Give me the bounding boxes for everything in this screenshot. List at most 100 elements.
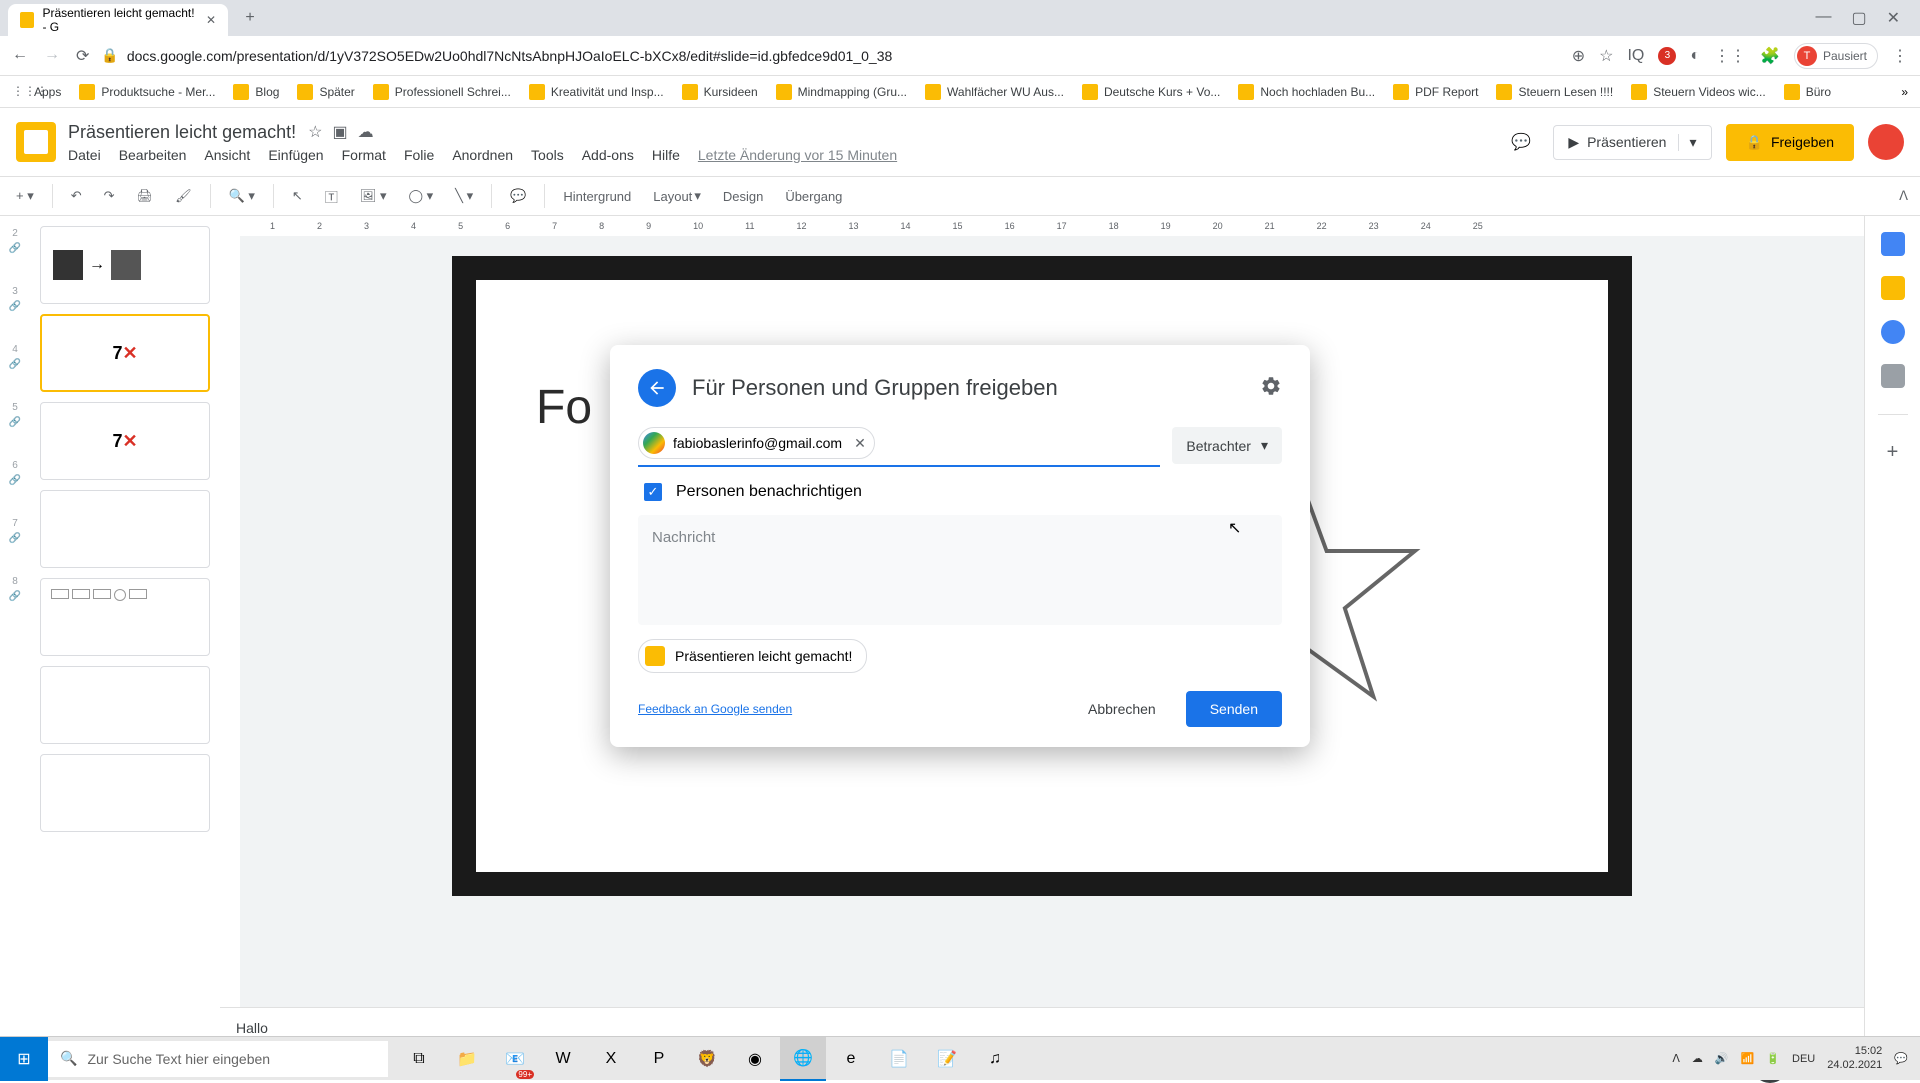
new-slide-button[interactable]: + ▾	[12, 184, 38, 208]
move-icon[interactable]: ▣	[332, 122, 347, 142]
zoom-icon[interactable]: ⊕	[1572, 46, 1585, 66]
bookmark-item[interactable]: Noch hochladen Bu...	[1238, 84, 1375, 100]
maximize-icon[interactable]: ▢	[1851, 8, 1866, 28]
battery-icon[interactable]: 🔋	[1766, 1052, 1780, 1065]
browser-tab[interactable]: Präsentieren leicht gemacht! - G ✕	[8, 4, 228, 36]
task-view-icon[interactable]: ⧉	[396, 1037, 442, 1081]
menu-format[interactable]: Format	[342, 147, 386, 163]
slide-thumbnail[interactable]	[40, 666, 210, 744]
comment-icon[interactable]: 💬	[506, 184, 530, 208]
powerpoint-icon[interactable]: P	[636, 1037, 682, 1081]
shape-icon[interactable]: ◯ ▾	[404, 184, 437, 208]
bookmark-item[interactable]: Kursideen	[682, 84, 758, 100]
bookmark-item[interactable]: PDF Report	[1393, 84, 1478, 100]
bookmark-apps[interactable]: ⋮⋮⋮Apps	[12, 84, 61, 100]
new-tab-button[interactable]: +	[236, 4, 264, 32]
menu-datei[interactable]: Datei	[68, 147, 101, 163]
bookmark-item[interactable]: Deutsche Kurs + Vo...	[1082, 84, 1220, 100]
background-button[interactable]: Hintergrund	[559, 185, 635, 208]
start-button[interactable]: ⊞	[0, 1037, 48, 1081]
minimize-icon[interactable]: —	[1815, 8, 1831, 28]
undo-icon[interactable]: ↶	[67, 184, 86, 208]
browser-menu-icon[interactable]: ⋮	[1892, 46, 1908, 66]
cancel-button[interactable]: Abbrechen	[1070, 691, 1174, 727]
bookmark-star-icon[interactable]: ☆	[1599, 46, 1613, 66]
bookmark-item[interactable]: Später	[297, 84, 354, 100]
bookmark-item[interactable]: Steuern Lesen !!!!	[1496, 84, 1613, 100]
notify-checkbox[interactable]: ✓	[644, 483, 662, 501]
share-button[interactable]: 🔒 Freigeben	[1726, 124, 1854, 161]
extension-icon[interactable]: IQ	[1627, 47, 1644, 65]
edge-icon[interactable]: e	[828, 1037, 874, 1081]
keep-icon[interactable]	[1881, 276, 1905, 300]
menu-tools[interactable]: Tools	[531, 147, 564, 163]
bookmark-item[interactable]: Steuern Videos wic...	[1631, 84, 1766, 100]
word-icon[interactable]: W	[540, 1037, 586, 1081]
document-title[interactable]: Präsentieren leicht gemacht!	[68, 122, 296, 143]
calendar-icon[interactable]	[1881, 232, 1905, 256]
slide-thumbnail[interactable]	[40, 754, 210, 832]
bookmark-item[interactable]: Professionell Schrei...	[373, 84, 511, 100]
url-field[interactable]: 🔒 docs.google.com/presentation/d/1yV372S…	[101, 47, 1559, 64]
last-edit-link[interactable]: Letzte Änderung vor 15 Minuten	[698, 147, 897, 163]
tray-chevron-icon[interactable]: ᐱ	[1672, 1052, 1680, 1065]
volume-icon[interactable]: 🔊	[1715, 1052, 1729, 1065]
taskbar-search[interactable]: 🔍 Zur Suche Text hier eingeben	[48, 1041, 388, 1077]
tasks-icon[interactable]	[1881, 320, 1905, 344]
chrome-icon[interactable]: 🌐	[780, 1037, 826, 1081]
layout-button[interactable]: Layout ▾	[649, 184, 705, 208]
obs-icon[interactable]: ◉	[732, 1037, 778, 1081]
gear-icon[interactable]	[1260, 375, 1282, 402]
remove-chip-icon[interactable]: ✕	[854, 435, 866, 452]
extension-badge[interactable]: 3	[1658, 47, 1676, 65]
design-button[interactable]: Design	[719, 185, 767, 208]
excel-icon[interactable]: X	[588, 1037, 634, 1081]
back-icon[interactable]: ←	[12, 46, 28, 66]
bookmark-item[interactable]: Kreativität und Insp...	[529, 84, 664, 100]
extension-icon-2[interactable]: ◐	[1690, 47, 1700, 65]
bookmark-item[interactable]: Produktsuche - Mer...	[79, 84, 215, 100]
app-icon-2[interactable]: 📄	[876, 1037, 922, 1081]
slide-thumbnail[interactable]: 7 ✕	[40, 402, 210, 480]
close-window-icon[interactable]: ✕	[1887, 8, 1900, 28]
add-addon-icon[interactable]: +	[1887, 441, 1899, 464]
message-textarea[interactable]: Nachricht	[638, 515, 1282, 625]
profile-chip[interactable]: T Pausiert	[1794, 43, 1878, 69]
bookmark-item[interactable]: Mindmapping (Gru...	[776, 84, 907, 100]
redo-icon[interactable]: ↷	[100, 184, 119, 208]
bookmark-item[interactable]: Blog	[233, 84, 279, 100]
menu-ansicht[interactable]: Ansicht	[204, 147, 250, 163]
bookmark-item[interactable]: Büro	[1784, 84, 1831, 100]
tray-datetime[interactable]: 15:02 24.02.2021	[1827, 1045, 1882, 1071]
user-avatar[interactable]	[1868, 124, 1904, 160]
select-tool-icon[interactable]: ↖	[288, 184, 307, 208]
menu-einfuegen[interactable]: Einfügen	[268, 147, 323, 163]
slide-thumbnail[interactable]	[40, 490, 210, 568]
slide-thumbnail[interactable]: →	[40, 226, 210, 304]
comments-icon[interactable]: 💬	[1503, 124, 1539, 160]
zoom-button[interactable]: 🔍 ▾	[225, 184, 259, 208]
tab-close-icon[interactable]: ✕	[206, 13, 216, 27]
explorer-icon[interactable]: 📁	[444, 1037, 490, 1081]
notifications-icon[interactable]: 💬	[1894, 1052, 1908, 1065]
language-indicator[interactable]: DEU	[1792, 1053, 1815, 1065]
back-button[interactable]	[638, 369, 676, 407]
collapse-toolbar-icon[interactable]: ᐱ	[1899, 188, 1908, 204]
role-dropdown[interactable]: Betrachter ▾	[1172, 427, 1282, 464]
extension-icon-3[interactable]: ⋮⋮	[1714, 46, 1746, 66]
image-icon[interactable]: 🖼 ▾	[356, 184, 391, 208]
recipient-input[interactable]: fabiobaslerinfo@gmail.com ✕	[638, 427, 1160, 467]
wifi-icon[interactable]: 📶	[1741, 1052, 1755, 1065]
onedrive-icon[interactable]: ☁	[1692, 1052, 1703, 1065]
textbox-icon[interactable]: 🅃	[321, 183, 342, 210]
menu-addons[interactable]: Add-ons	[582, 147, 634, 163]
transition-button[interactable]: Übergang	[781, 185, 846, 208]
extensions-menu-icon[interactable]: 🧩	[1760, 46, 1780, 66]
star-icon[interactable]: ☆	[308, 122, 322, 142]
mail-icon[interactable]: 📧99+	[492, 1037, 538, 1081]
slides-logo[interactable]	[16, 122, 56, 162]
print-icon[interactable]: 🖨	[133, 184, 158, 208]
forward-icon[interactable]: →	[44, 46, 60, 66]
bookmark-item[interactable]: Wahlfächer WU Aus...	[925, 84, 1064, 100]
present-button[interactable]: ▶ Präsentieren ▾	[1553, 125, 1711, 160]
